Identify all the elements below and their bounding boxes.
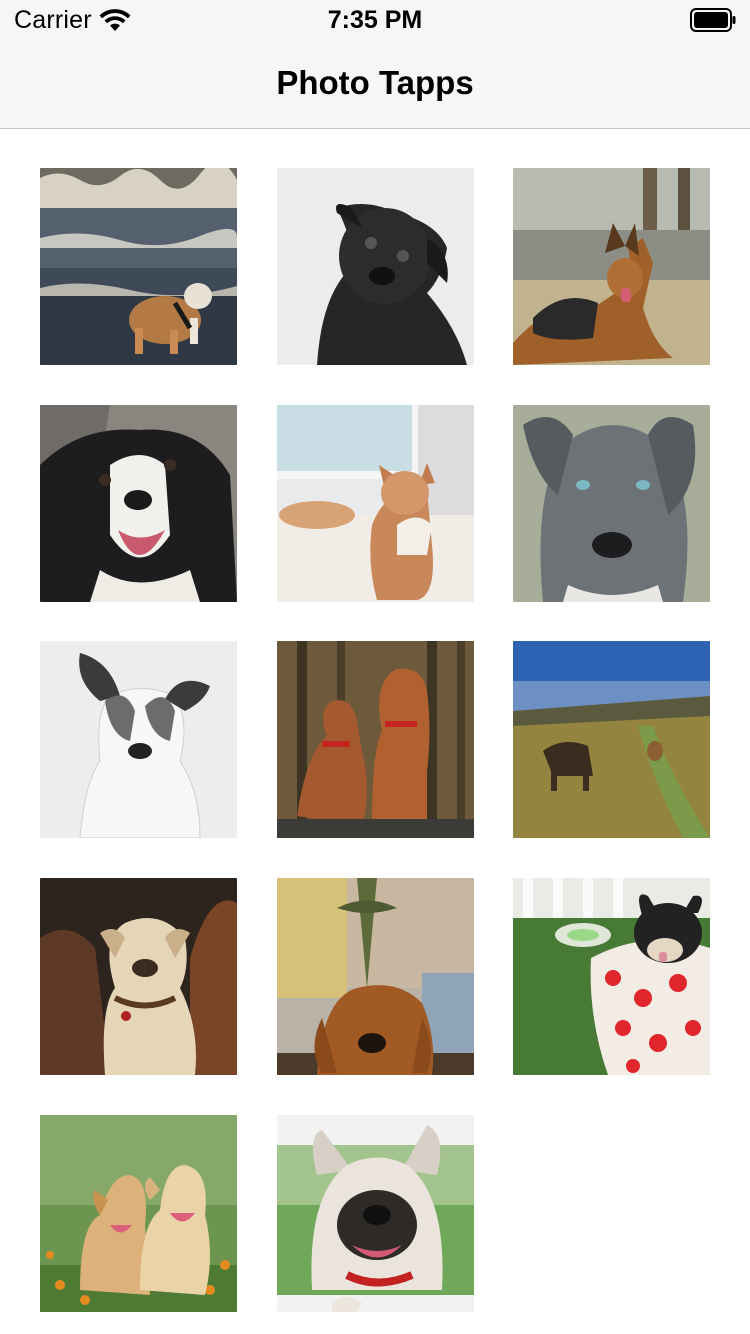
white-terrier-photo[interactable] [40,641,237,838]
puppy-in-cup-photo[interactable] [513,878,710,1075]
golden-puppies-photo[interactable] [40,1115,237,1312]
clock-label: 7:35 PM [327,6,423,34]
battery-icon [690,8,736,32]
french-bulldog-photo[interactable] [277,1115,474,1312]
status-bar: Carrier 7:35 PM [0,0,750,40]
field-dogs-photo[interactable] [513,641,710,838]
page-title: Photo Tapps [276,64,474,101]
vizsla-pair-photo[interactable] [277,641,474,838]
navigation-bar: Carrier 7:35 PM Photo Tapps [0,0,750,129]
grey-pitbull-photo[interactable] [513,405,710,602]
golden-retriever-photo[interactable] [277,878,474,1075]
bulldog-beach-photo[interactable] [40,168,237,365]
border-collie-photo[interactable] [40,405,237,602]
shiba-inu-photo[interactable] [277,405,474,602]
three-boxers-photo[interactable] [40,878,237,1075]
black-pug-photo[interactable] [277,168,474,365]
german-shepherd-photo[interactable] [513,168,710,365]
